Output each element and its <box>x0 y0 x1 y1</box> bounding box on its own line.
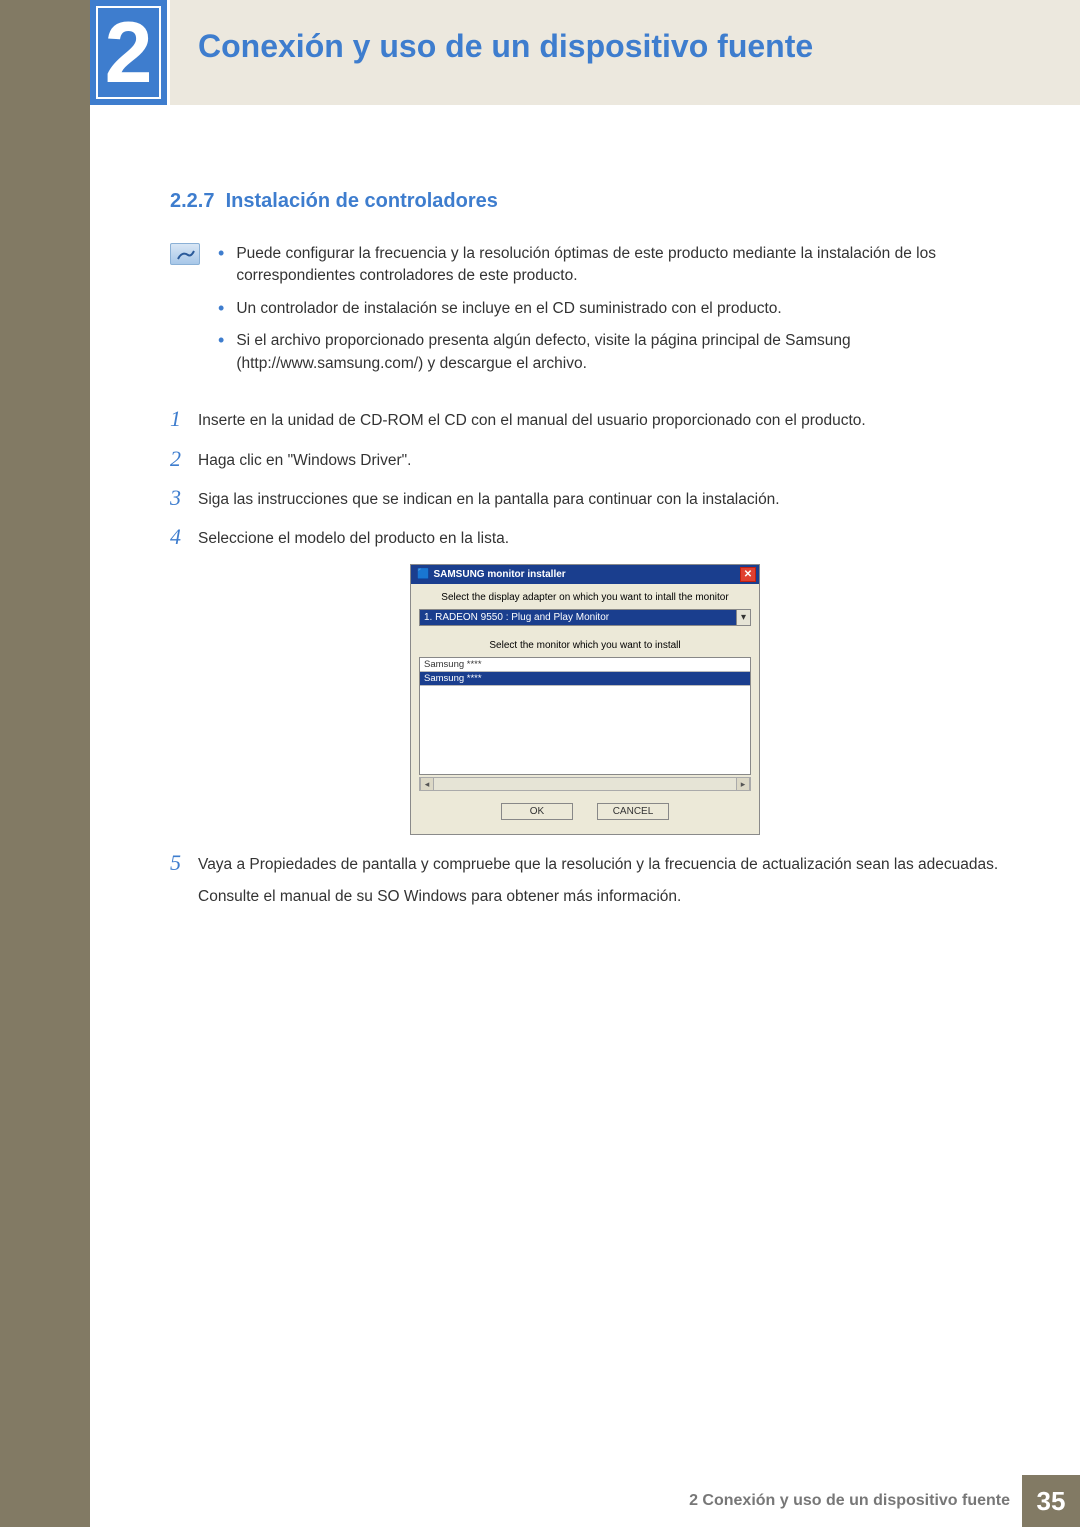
bullet-dot-icon: • <box>218 330 224 375</box>
section-number: 2.2.7 <box>170 190 214 212</box>
cancel-button[interactable]: CANCEL <box>597 803 669 820</box>
footer-chapter-ref: 2 Conexión y uso de un dispositivo fuent… <box>689 1492 1010 1510</box>
step-text: Siga las instrucciones que se indican en… <box>198 486 1000 511</box>
page-content: 2.2.7 Instalación de controladores • Pue… <box>170 190 1000 922</box>
section-title: Instalación de controladores <box>226 190 498 212</box>
note-text: Un controlador de instalación se incluye… <box>236 298 781 320</box>
step-item: 2 Haga clic en "Windows Driver". <box>170 447 1000 472</box>
step-text: Haga clic en "Windows Driver". <box>198 447 1000 472</box>
step-number: 4 <box>170 525 198 550</box>
step-text: Vaya a Propiedades de pantalla y comprue… <box>198 851 1000 908</box>
dialog-titlebar: 🟦 SAMSUNG monitor installer ✕ <box>411 565 759 584</box>
section-heading: 2.2.7 Instalación de controladores <box>170 190 1000 213</box>
scroll-right-icon[interactable]: ▸ <box>736 778 750 790</box>
list-item[interactable]: Samsung **** <box>420 672 750 686</box>
scroll-left-icon[interactable]: ◂ <box>420 778 434 790</box>
horizontal-scrollbar[interactable]: ◂ ▸ <box>419 777 751 791</box>
note-text: Puede configurar la frecuencia y la reso… <box>236 243 1000 288</box>
app-icon: 🟦 <box>417 569 429 580</box>
note-bullet: • Si el archivo proporcionado presenta a… <box>218 330 1000 375</box>
page-number: 35 <box>1022 1475 1080 1527</box>
note-bullet: • Puede configurar la frecuencia y la re… <box>218 243 1000 288</box>
step-number: 3 <box>170 486 198 511</box>
note-bullets: • Puede configurar la frecuencia y la re… <box>218 243 1000 385</box>
note-text: Si el archivo proporcionado presenta alg… <box>236 330 1000 375</box>
adapter-dropdown[interactable]: 1. RADEON 9550 : Plug and Play Monitor ▾ <box>419 609 751 626</box>
adapter-value: 1. RADEON 9550 : Plug and Play Monitor <box>419 609 736 626</box>
step-text-main: Vaya a Propiedades de pantalla y comprue… <box>198 856 998 873</box>
dialog-buttons: OK CANCEL <box>411 791 759 834</box>
step-item: 3 Siga las instrucciones que se indican … <box>170 486 1000 511</box>
page-footer: 2 Conexión y uso de un dispositivo fuent… <box>0 1475 1080 1527</box>
step-number: 5 <box>170 851 198 908</box>
bullet-dot-icon: • <box>218 298 224 320</box>
step-item: 5 Vaya a Propiedades de pantalla y compr… <box>170 851 1000 908</box>
steps-list: 1 Inserte en la unidad de CD-ROM el CD c… <box>170 407 1000 550</box>
step-number: 1 <box>170 407 198 432</box>
note-block: • Puede configurar la frecuencia y la re… <box>170 243 1000 385</box>
chapter-badge-border: 2 <box>96 6 161 99</box>
dialog-title: SAMSUNG monitor installer <box>433 569 565 580</box>
ok-button[interactable]: OK <box>501 803 573 820</box>
list-item[interactable]: Samsung **** <box>420 658 750 672</box>
step-text: Inserte en la unidad de CD-ROM el CD con… <box>198 407 1000 432</box>
bullet-dot-icon: • <box>218 243 224 288</box>
chapter-title: Conexión y uso de un dispositivo fuente <box>198 28 813 65</box>
installer-dialog: 🟦 SAMSUNG monitor installer ✕ Select the… <box>410 564 760 835</box>
close-button[interactable]: ✕ <box>740 567 756 582</box>
step-item: 1 Inserte en la unidad de CD-ROM el CD c… <box>170 407 1000 432</box>
step-item: 4 Seleccione el modelo del producto en l… <box>170 525 1000 550</box>
monitor-list[interactable]: Samsung **** Samsung **** <box>419 657 751 775</box>
step-text-extra: Consulte el manual de su SO Windows para… <box>198 885 1000 908</box>
step-number: 2 <box>170 447 198 472</box>
note-icon <box>170 243 200 265</box>
left-sidebar <box>0 0 90 1527</box>
step-text: Seleccione el modelo del producto en la … <box>198 525 1000 550</box>
chevron-down-icon[interactable]: ▾ <box>736 609 751 626</box>
monitor-label: Select the monitor which you want to ins… <box>411 632 759 657</box>
note-bullet: • Un controlador de instalación se inclu… <box>218 298 1000 320</box>
adapter-label: Select the display adapter on which you … <box>411 584 759 609</box>
chapter-badge: 2 <box>90 0 170 105</box>
steps-list-cont: 5 Vaya a Propiedades de pantalla y compr… <box>170 851 1000 908</box>
chapter-number: 2 <box>105 10 153 96</box>
